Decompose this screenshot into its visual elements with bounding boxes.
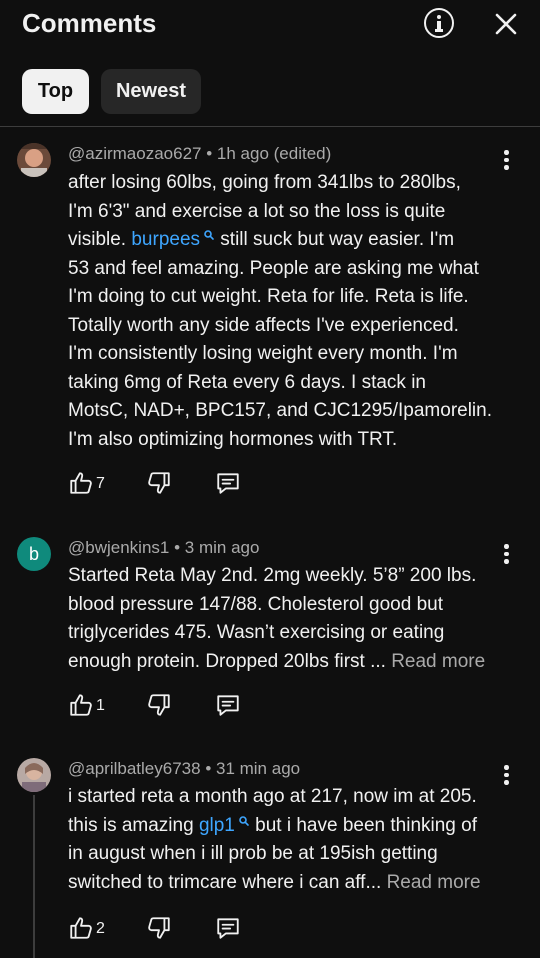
comment-line: I'm also optimizing hormones with TRT.	[68, 428, 398, 450]
reply-thread-line	[33, 795, 35, 958]
thumbs-up-icon	[70, 917, 92, 939]
comment-line: triglycerides 475. Wasn’t exercising or …	[68, 622, 445, 643]
like-count: 1	[96, 697, 105, 714]
panel-title: Comments	[22, 8, 157, 38]
comment-line: Totally worth any side affects I've expe…	[68, 314, 459, 336]
comment-text-part: but i have been thinking of	[249, 814, 477, 836]
comment-text: after losing 60lbs, going from 341lbs to…	[68, 169, 508, 454]
reply-icon	[217, 918, 239, 939]
thumbs-down-icon	[148, 694, 170, 716]
comment-time: • 3 min ago	[174, 538, 260, 557]
search-icon	[204, 230, 214, 240]
close-icon[interactable]	[494, 12, 518, 36]
reply-icon	[217, 695, 239, 716]
like-count: 2	[96, 920, 105, 937]
comment-line: I'm consistently losing weight every mon…	[68, 343, 458, 364]
info-icon[interactable]	[424, 8, 454, 38]
comment-line: enough protein. Dropped 20lbs first ... …	[68, 648, 508, 677]
comment-line: i started reta a month ago at 217, now i…	[68, 786, 477, 807]
search-link-glp1[interactable]: glp1	[199, 815, 235, 836]
comment-time: • 1h ago (edited)	[206, 144, 332, 163]
comment-time: • 31 min ago	[205, 759, 301, 778]
thumbs-down-icon	[148, 917, 170, 939]
like-count: 7	[96, 475, 105, 492]
comment-line: visible. burpees still suck but way easi…	[68, 226, 508, 255]
search-icon	[239, 815, 249, 826]
comments-header: Comments	[0, 0, 540, 50]
comment-line: I'm doing to cut weight. Reta for life. …	[68, 286, 469, 307]
search-link-burpees[interactable]: burpees	[131, 229, 200, 250]
comment-text: i started reta a month ago at 217, now i…	[68, 783, 508, 897]
comment-line: taking 6mg of Reta every 6 days. I stack…	[68, 371, 427, 393]
thumbs-up-icon	[70, 694, 92, 716]
comment-text-part: still suck but way easier. I'm	[215, 229, 455, 250]
comment-meta: @aprilbatley6738 • 31 min ago	[68, 759, 300, 779]
avatar[interactable]	[17, 143, 51, 177]
comment-line: in august when i ill prob be at 195ish g…	[68, 843, 438, 864]
comment-meta: @azirmaozao627 • 1h ago (edited)	[68, 144, 331, 164]
avatar[interactable]: b	[17, 537, 51, 571]
comment-text-part: visible.	[68, 229, 132, 250]
thumbs-down-icon	[148, 472, 170, 494]
sort-top-chip[interactable]: Top	[22, 69, 89, 114]
comment-text-part: enough protein. Dropped 20lbs first ...	[68, 650, 392, 672]
comment-line: 53 and feel amazing. People are asking m…	[68, 257, 479, 279]
comment-author[interactable]: @azirmaozao627	[68, 144, 202, 163]
comment-author[interactable]: @aprilbatley6738	[68, 759, 201, 778]
divider	[0, 126, 540, 127]
comment-line: after losing 60lbs, going from 341lbs to…	[68, 172, 461, 193]
read-more-link[interactable]: Read more	[387, 872, 481, 893]
read-more-link[interactable]: Read more	[391, 651, 485, 672]
sort-newest-chip[interactable]: Newest	[101, 69, 201, 114]
comment-text-part: this is amazing	[68, 814, 199, 836]
comment-line: switched to trimcare where i can aff... …	[68, 869, 508, 898]
comment-line: blood pressure 147/88. Cholesterol good …	[68, 593, 443, 615]
comment-line: Started Reta May 2nd. 2mg weekly. 5’8” 2…	[68, 565, 477, 586]
thumbs-up-icon	[70, 472, 92, 494]
comment-text: Started Reta May 2nd. 2mg weekly. 5’8” 2…	[68, 562, 508, 676]
comment-text-part: switched to trimcare where i can aff...	[68, 871, 387, 893]
avatar[interactable]	[17, 758, 51, 792]
comment-line: I'm 6'3" and exercise a lot so the loss …	[68, 200, 446, 222]
comment-line: MotsC, NAD+, BPC157, and CJC1295/Ipamore…	[68, 400, 493, 421]
reply-icon	[217, 473, 239, 494]
comment-author[interactable]: @bwjenkins1	[68, 538, 169, 557]
comment-meta: @bwjenkins1 • 3 min ago	[68, 538, 259, 558]
comment-line: this is amazing glp1 but i have been thi…	[68, 812, 508, 841]
